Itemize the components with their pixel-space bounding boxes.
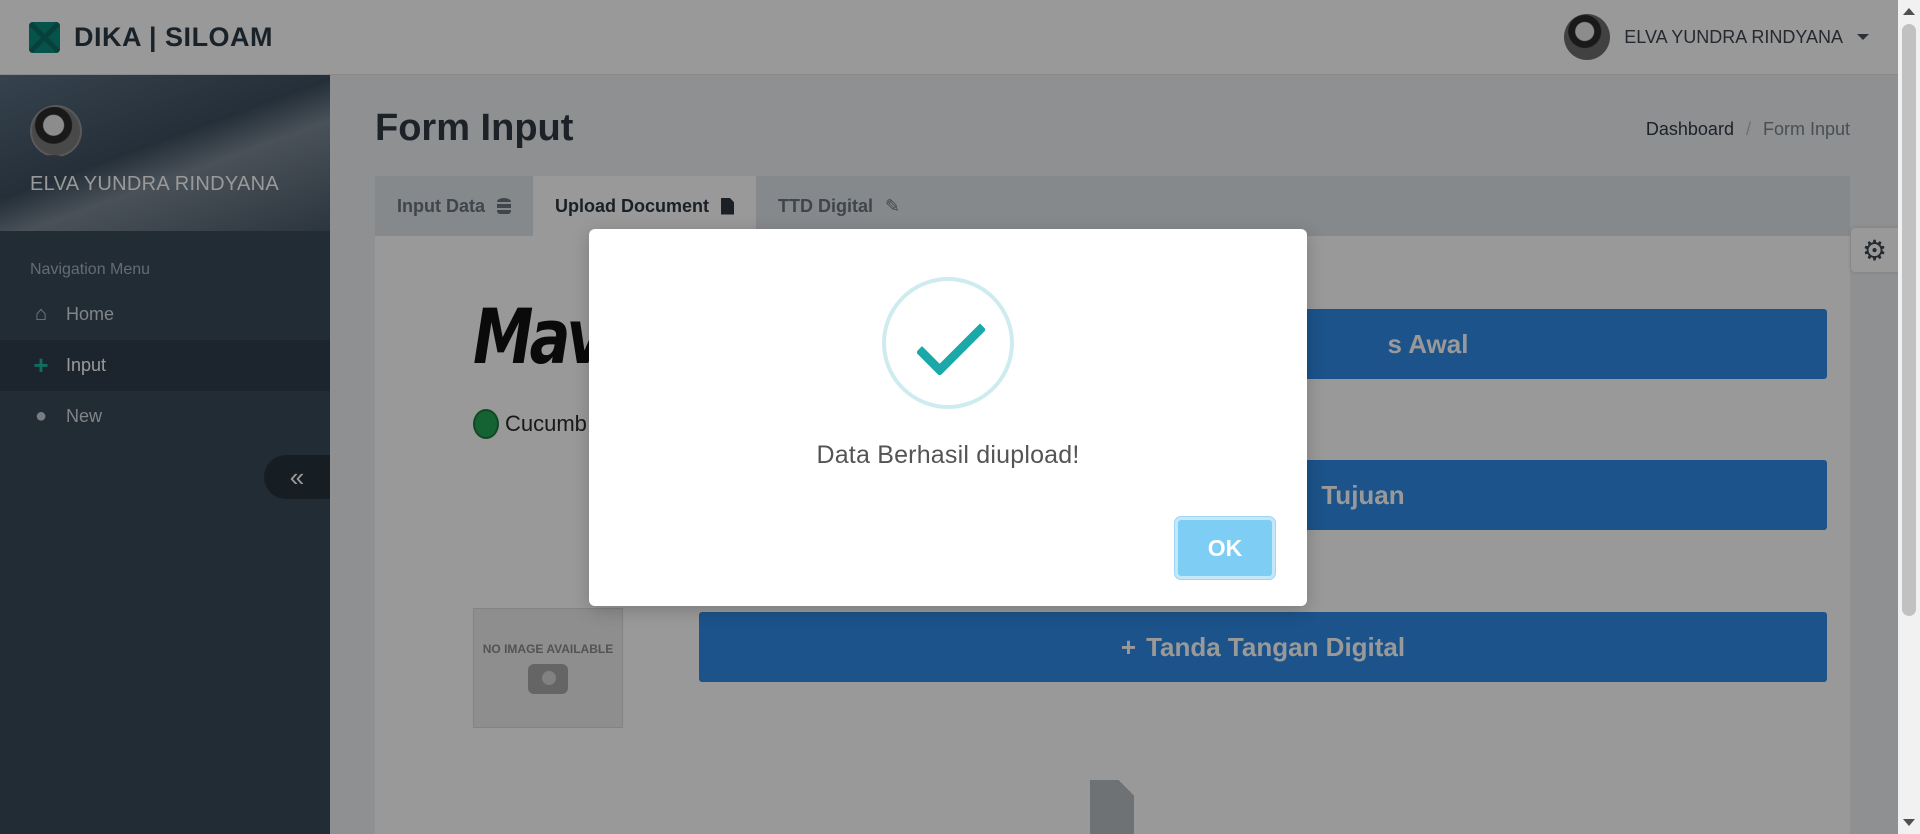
dialog-message: Data Berhasil diupload! — [816, 441, 1080, 469]
scroll-up-icon[interactable] — [1903, 8, 1915, 15]
success-check-icon — [882, 277, 1014, 409]
ok-button[interactable]: OK — [1175, 517, 1275, 579]
scroll-thumb[interactable] — [1902, 24, 1916, 616]
success-dialog: Data Berhasil diupload! OK — [589, 229, 1307, 606]
page-scrollbar[interactable] — [1898, 0, 1920, 834]
scroll-down-icon[interactable] — [1903, 819, 1915, 826]
checkmark-icon — [915, 305, 987, 377]
